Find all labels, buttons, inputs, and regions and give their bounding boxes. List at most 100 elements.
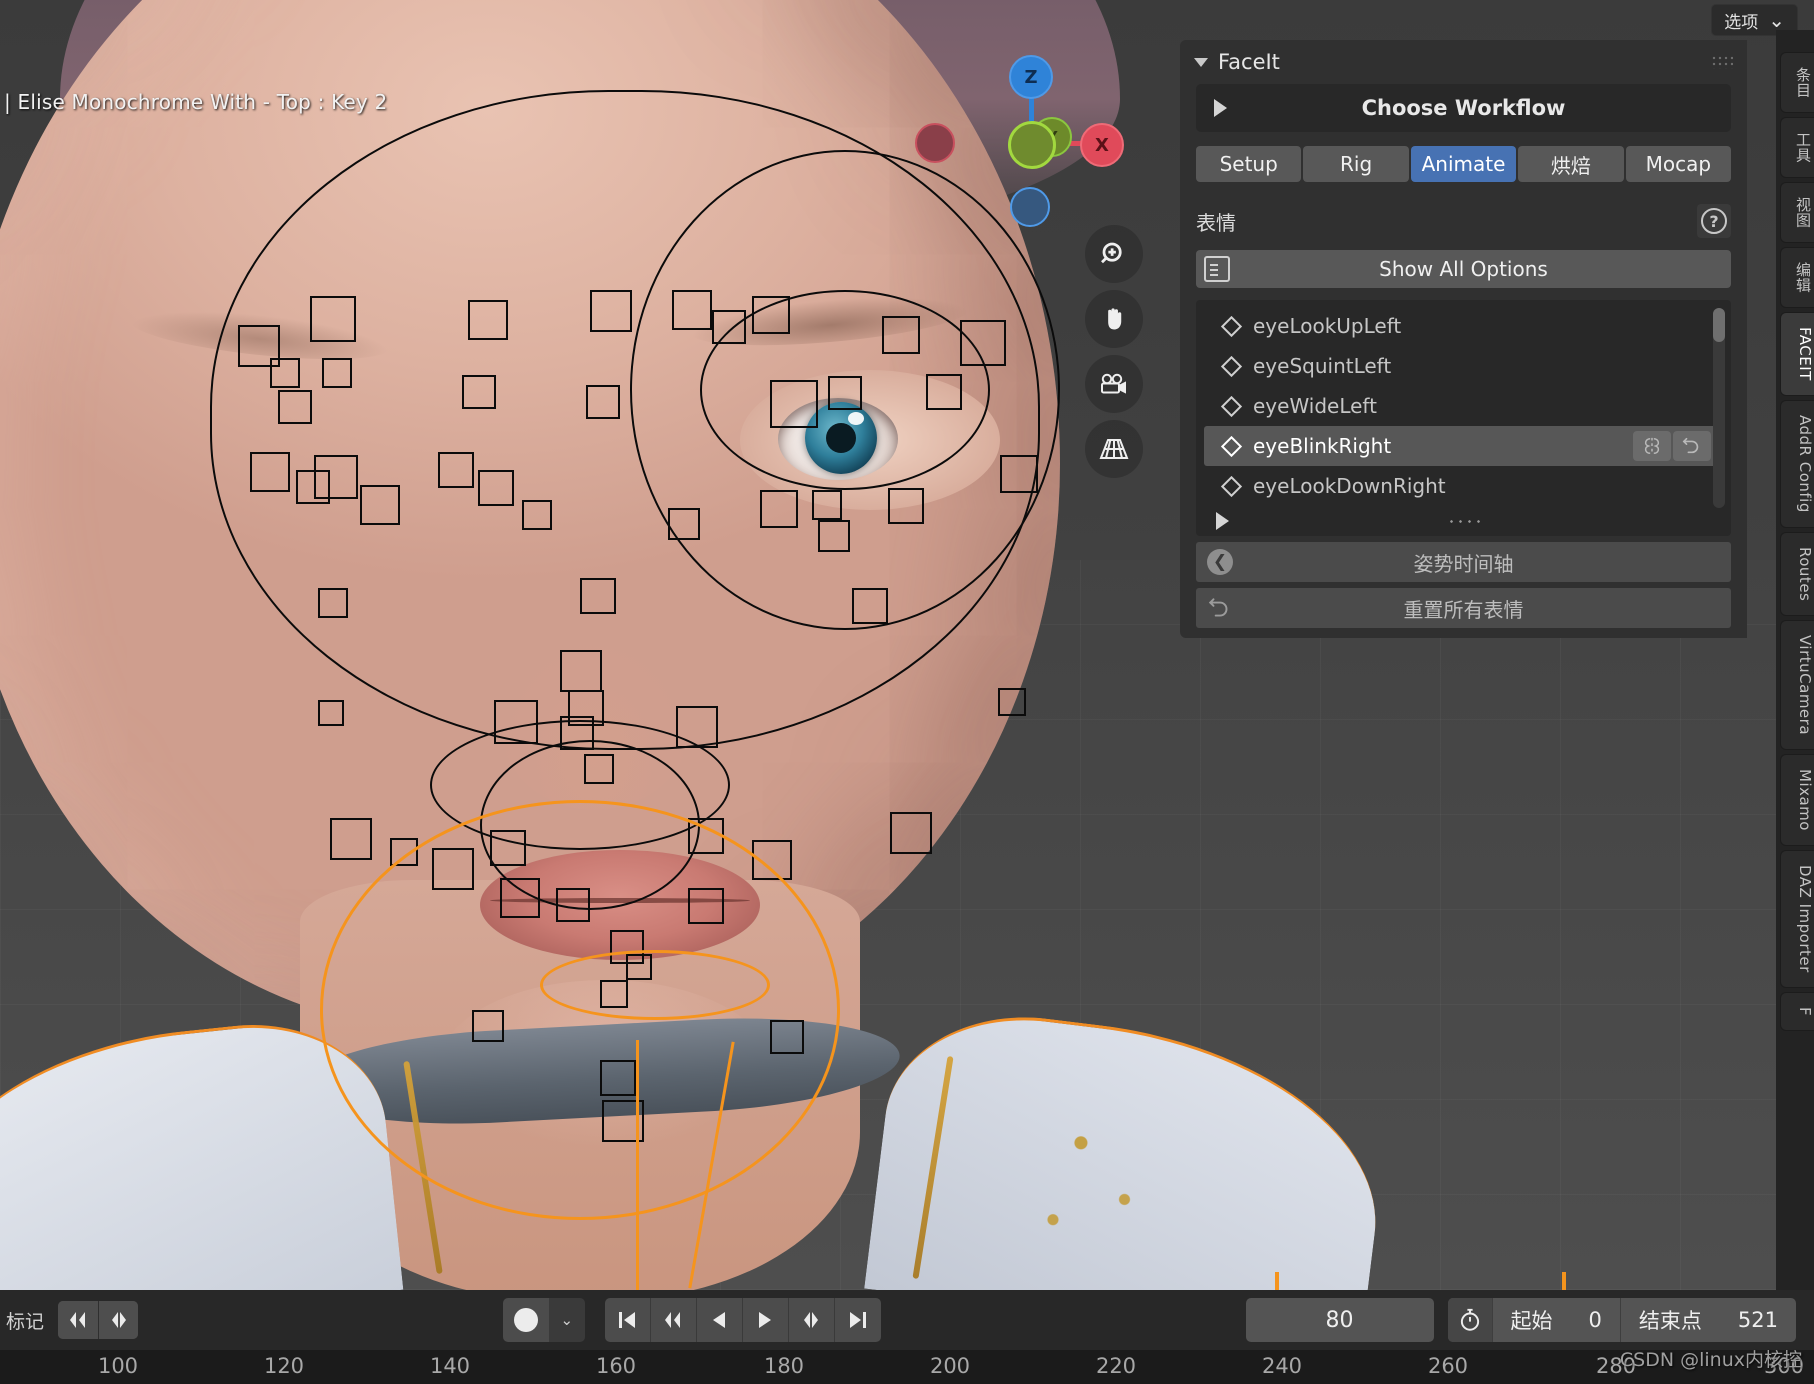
- reset-all-expressions-label: 重置所有表情: [1403, 597, 1524, 622]
- timeline-editor[interactable]: 标记 ⌄ 80 起始 0 结束点 521 100 120 140 160 180…: [0, 1290, 1814, 1384]
- sidebar-tab-tools[interactable]: 工具: [1780, 117, 1814, 178]
- sidebar-tab-addr-config[interactable]: AddR Config: [1780, 399, 1814, 528]
- play-reverse-icon[interactable]: [696, 1298, 743, 1342]
- next-keyframe-icon[interactable]: [788, 1298, 835, 1342]
- rig-control[interactable]: [998, 688, 1026, 716]
- start-frame-label: 起始: [1510, 1309, 1553, 1333]
- sidebar-tab-virtucamera[interactable]: VirtuCamera: [1780, 620, 1814, 751]
- frame-range-group[interactable]: 起始 0 结束点 521: [1447, 1298, 1796, 1342]
- reset-icon[interactable]: [1673, 431, 1711, 461]
- list-item-label: eyeBlinkRight: [1253, 434, 1392, 458]
- rig-control[interactable]: [890, 812, 932, 854]
- panel-drag-grip[interactable]: [1711, 55, 1733, 69]
- sidebar-tab-mixamo[interactable]: Mixamo: [1780, 754, 1814, 847]
- pose-timeline-button[interactable]: ❮ 姿势时间轴: [1196, 542, 1731, 582]
- jump-prev-marker-icon[interactable]: [58, 1301, 99, 1339]
- show-all-options-button[interactable]: Show All Options: [1196, 250, 1731, 288]
- faceit-panel: FaceIt Choose Workflow Setup Rig Animate…: [1180, 40, 1747, 638]
- marker-jump-buttons[interactable]: [58, 1301, 139, 1339]
- end-frame-value: 521: [1737, 1308, 1778, 1332]
- jump-end-icon[interactable]: [834, 1298, 881, 1342]
- shapekey-diamond-icon: [1220, 435, 1243, 457]
- auto-keying-group[interactable]: ⌄: [502, 1298, 585, 1342]
- camera-view-icon[interactable]: [1085, 355, 1143, 413]
- jump-next-marker-icon[interactable]: [98, 1301, 139, 1339]
- panel-title: FaceIt: [1218, 50, 1280, 74]
- current-frame-field[interactable]: 80: [1245, 1298, 1434, 1342]
- ruler-tick: 160: [595, 1354, 637, 1378]
- pan-hand-icon[interactable]: [1085, 290, 1143, 348]
- tab-bake[interactable]: 烘焙: [1518, 146, 1624, 182]
- tab-animate[interactable]: Animate: [1410, 146, 1517, 182]
- list-item-label: eyeSquintLeft: [1253, 354, 1392, 378]
- rig-control[interactable]: [318, 700, 344, 726]
- tab-setup[interactable]: Setup: [1196, 146, 1302, 182]
- jump-start-icon[interactable]: [604, 1298, 651, 1342]
- gizmo-z-ball[interactable]: Z: [1009, 55, 1053, 99]
- list-item-actions[interactable]: [1633, 431, 1711, 461]
- list-item-selected[interactable]: eyeBlinkRight: [1204, 426, 1723, 466]
- list-item[interactable]: eyeSquintLeft: [1204, 346, 1723, 386]
- start-frame-field[interactable]: 起始 0: [1491, 1298, 1620, 1342]
- sidebar-tab-daz-importer[interactable]: DAZ Importer: [1780, 850, 1814, 988]
- tab-mocap[interactable]: Mocap: [1625, 146, 1732, 182]
- rig-control[interactable]: [330, 818, 372, 860]
- list-resize-grip[interactable]: [1446, 517, 1481, 525]
- stopwatch-icon[interactable]: [1447, 1298, 1492, 1342]
- sidebar-tab-view[interactable]: 视图: [1780, 182, 1814, 243]
- watermark-text: CSDN @linux内核控: [1619, 1349, 1802, 1371]
- navigation-gizmo[interactable]: Z Y X: [915, 55, 1124, 227]
- list-item[interactable]: eyeLookDownRight: [1204, 466, 1723, 506]
- rig-line-orange-jaw: [636, 1040, 639, 1290]
- expression-list-footer[interactable]: [1196, 506, 1731, 536]
- panel-header[interactable]: FaceIt: [1180, 40, 1747, 84]
- list-item[interactable]: eyeLookUpLeft: [1204, 306, 1723, 346]
- playback-transport[interactable]: [604, 1298, 881, 1342]
- triangle-right-icon[interactable]: [1216, 512, 1229, 530]
- list-icon: [1204, 256, 1230, 282]
- gizmo-neg-x-ball[interactable]: [915, 123, 955, 163]
- list-item[interactable]: eyeWideLeft: [1204, 386, 1723, 426]
- options-label: 选项: [1724, 12, 1759, 33]
- ruler-tick: 260: [1427, 1354, 1469, 1378]
- tab-rig[interactable]: Rig: [1303, 146, 1409, 182]
- list-item-label: eyeLookUpLeft: [1253, 314, 1402, 338]
- faceit-tab-row[interactable]: Setup Rig Animate 烘焙 Mocap: [1196, 146, 1732, 182]
- auto-key-record-icon[interactable]: [502, 1298, 549, 1342]
- record-options-chevron-icon[interactable]: ⌄: [548, 1298, 585, 1342]
- choose-workflow-label: Choose Workflow: [1361, 96, 1566, 120]
- end-frame-field[interactable]: 结束点 521: [1619, 1298, 1796, 1342]
- sidebar-tab-edit[interactable]: 编辑: [1780, 247, 1814, 308]
- reset-all-expressions-button[interactable]: 重置所有表情: [1196, 588, 1731, 628]
- expression-list-scrollbar-thumb[interactable]: [1713, 308, 1725, 342]
- ruler-tick: 200: [929, 1354, 971, 1378]
- back-arrow-circle-icon: ❮: [1206, 548, 1234, 576]
- sidebar-tab-f[interactable]: F: [1780, 991, 1814, 1031]
- sidebar-tab-faceit[interactable]: FACEIT: [1780, 312, 1814, 396]
- pose-timeline-label: 姿势时间轴: [1413, 551, 1514, 576]
- timeline-ruler[interactable]: 100 120 140 160 180 200 220 240 260 280 …: [0, 1350, 1814, 1384]
- chevron-down-icon: ⌄: [1768, 8, 1785, 32]
- play-icon[interactable]: [742, 1298, 789, 1342]
- end-frame-label: 结束点: [1638, 1309, 1702, 1333]
- sidebar-vertical-tabs[interactable]: 条目 工具 视图 编辑 FACEIT AddR Config Routes Vi…: [1776, 30, 1814, 1290]
- sidebar-tab-routes[interactable]: Routes: [1780, 531, 1814, 617]
- ruler-tick: 120: [263, 1354, 305, 1378]
- gizmo-x-label: X: [1095, 134, 1109, 156]
- gizmo-origin-ball[interactable]: [1008, 121, 1056, 169]
- expression-list[interactable]: eyeLookUpLeft eyeSquintLeft eyeWideLeft …: [1196, 300, 1731, 536]
- marker-menu-label[interactable]: 标记: [6, 1307, 44, 1334]
- prev-keyframe-icon[interactable]: [650, 1298, 697, 1342]
- help-button[interactable]: ?: [1697, 204, 1731, 238]
- ruler-tick: 180: [763, 1354, 805, 1378]
- sidebar-tab-entries[interactable]: 条目: [1780, 52, 1814, 113]
- grid-perspective-icon[interactable]: [1085, 420, 1143, 478]
- chevron-down-icon[interactable]: [1194, 57, 1208, 67]
- ruler-tick: 140: [429, 1354, 471, 1378]
- costume-embroidery: [996, 1054, 1194, 1276]
- gizmo-neg-z-ball[interactable]: [1010, 187, 1050, 227]
- choose-workflow-button[interactable]: Choose Workflow: [1196, 84, 1731, 132]
- zoom-icon[interactable]: [1085, 225, 1143, 283]
- mirror-icon[interactable]: [1633, 431, 1671, 461]
- gizmo-x-ball[interactable]: X: [1080, 123, 1124, 167]
